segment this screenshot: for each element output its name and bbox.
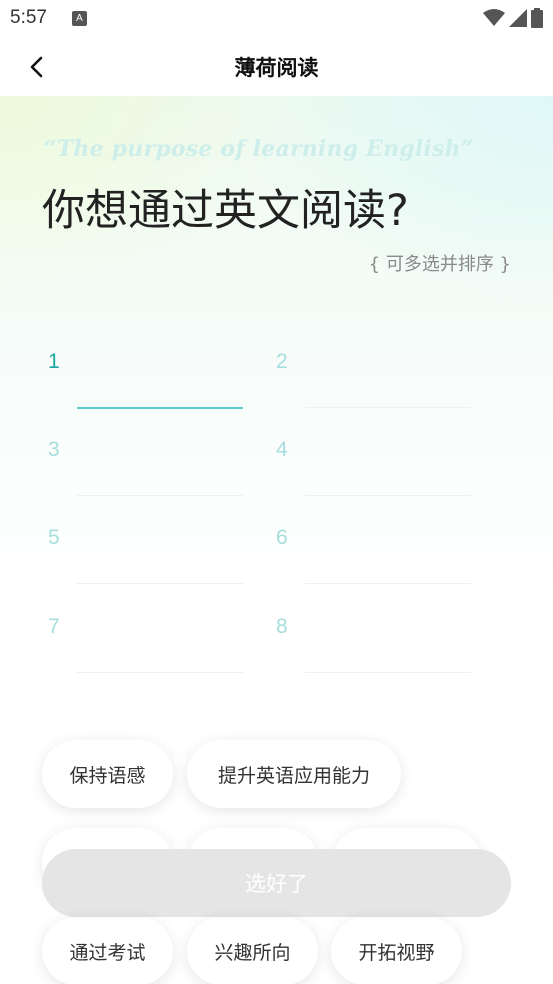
- option-chip[interactable]: 开拓视野: [331, 917, 462, 984]
- slot-number: 1: [48, 350, 60, 373]
- signal-icon: [509, 9, 527, 27]
- option-chip[interactable]: 通过考试: [42, 917, 173, 984]
- rank-slot-2[interactable]: 2: [276, 350, 476, 410]
- confirm-button[interactable]: 选好了: [42, 849, 511, 917]
- rank-slot-4[interactable]: 4: [276, 438, 476, 498]
- rank-slot-5[interactable]: 5: [48, 526, 248, 586]
- slot-underline: [305, 583, 471, 584]
- slot-underline: [77, 407, 243, 409]
- rank-slot-1[interactable]: 1: [48, 350, 248, 410]
- slot-number: 3: [48, 438, 60, 461]
- slot-underline: [305, 672, 471, 673]
- slot-number: 8: [276, 615, 288, 638]
- hero-quote: “The purpose of learning English”: [44, 136, 474, 162]
- option-chip[interactable]: 保持语感: [42, 740, 173, 808]
- status-icons: [483, 8, 543, 28]
- slot-number: 4: [276, 438, 288, 461]
- question-title: 你想通过英文阅读?: [42, 186, 409, 236]
- rank-slot-8[interactable]: 8: [276, 615, 476, 675]
- slot-underline: [77, 583, 243, 584]
- option-chip[interactable]: 提升英语应用能力: [187, 740, 401, 808]
- slot-number: 6: [276, 526, 288, 549]
- battery-icon: [531, 8, 543, 28]
- rank-slot-6[interactable]: 6: [276, 526, 476, 586]
- page-title: 薄荷阅读: [234, 56, 319, 80]
- status-time: 5:57: [10, 7, 47, 28]
- slot-number: 7: [48, 615, 60, 638]
- slot-underline: [77, 495, 243, 496]
- selection-hint: { 可多选并排序 }: [368, 254, 511, 275]
- slot-underline: [305, 495, 471, 496]
- slot-underline: [77, 672, 243, 673]
- slot-number: 5: [48, 526, 60, 549]
- slot-number: 2: [276, 350, 288, 373]
- slot-underline: [305, 407, 471, 408]
- status-bar: 5:57 A: [0, 0, 553, 38]
- rank-slot-3[interactable]: 3: [48, 438, 248, 498]
- rank-slot-7[interactable]: 7: [48, 615, 248, 675]
- app-bar: 薄荷阅读: [0, 38, 553, 96]
- option-chip[interactable]: 兴趣所向: [187, 917, 318, 984]
- notification-icon: A: [72, 11, 87, 26]
- wifi-icon: [483, 9, 505, 26]
